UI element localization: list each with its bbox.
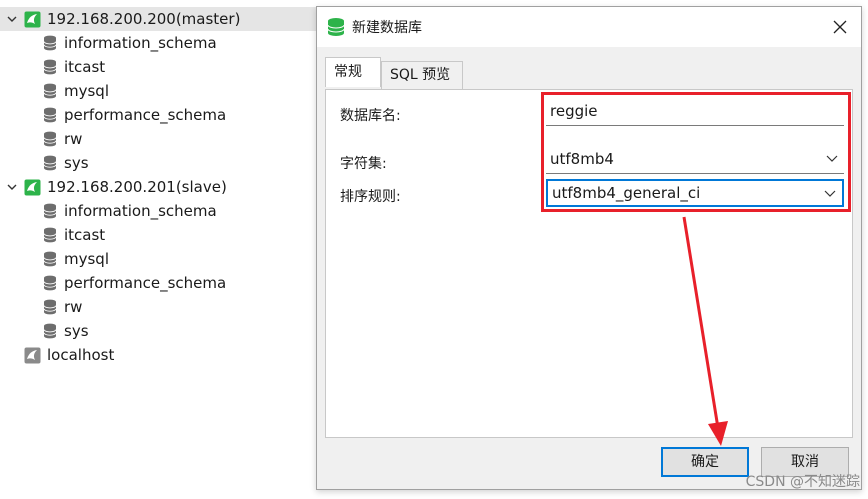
dialog-title: 新建数据库	[352, 20, 422, 36]
tab-sql-preview[interactable]: SQL 预览	[381, 61, 463, 89]
database-icon	[43, 107, 57, 123]
chevron-down-icon[interactable]	[6, 181, 18, 193]
close-icon[interactable]	[833, 20, 847, 34]
connection-label: 192.168.200.201(slave)	[47, 178, 227, 196]
tree-connection-master[interactable]: 192.168.200.200(master)	[0, 7, 318, 31]
db-label: information_schema	[64, 202, 217, 220]
watermark: CSDN @不知迷踪	[745, 474, 860, 490]
db-name-label: 数据库名:	[340, 108, 401, 124]
chevron-down-icon[interactable]	[6, 13, 18, 25]
db-label: mysql	[64, 82, 109, 100]
tree-db-item[interactable]: rw	[0, 295, 82, 319]
connection-label: 192.168.200.200(master)	[47, 10, 241, 28]
db-label: information_schema	[64, 34, 217, 52]
collation-label: 排序规则:	[340, 189, 401, 205]
db-label: itcast	[64, 226, 106, 244]
db-label: sys	[64, 322, 89, 340]
tab-general[interactable]: 常规	[325, 57, 381, 87]
new-database-dialog: 新建数据库 常规 SQL 预览 数据库名: reggie 字符集: utf8mb…	[316, 6, 862, 490]
tree-connection-slave[interactable]: 192.168.200.201(slave)	[0, 175, 227, 199]
database-icon	[327, 18, 345, 36]
database-icon	[43, 59, 57, 75]
tree-db-item[interactable]: information_schema	[0, 199, 217, 223]
connection-tree: 192.168.200.200(master) information_sche…	[0, 0, 318, 499]
mysql-connection-icon	[24, 11, 41, 27]
db-label: mysql	[64, 250, 109, 268]
database-icon	[43, 251, 57, 267]
tree-db-item[interactable]: itcast	[0, 223, 105, 247]
db-label: itcast	[64, 58, 106, 76]
db-label: performance_schema	[64, 106, 227, 124]
tree-db-item[interactable]: information_schema	[0, 31, 217, 55]
db-label: performance_schema	[64, 274, 227, 292]
ok-button[interactable]: 确定	[661, 447, 749, 477]
tree-db-item[interactable]: mysql	[0, 79, 109, 103]
mysql-connection-icon	[24, 179, 41, 195]
tree-db-item[interactable]: performance_schema	[0, 271, 226, 295]
database-icon	[43, 83, 57, 99]
database-icon	[43, 203, 57, 219]
tree-db-item[interactable]: rw	[0, 127, 82, 151]
db-label: rw	[64, 130, 83, 148]
tree-db-item[interactable]: sys	[0, 151, 89, 175]
close-button[interactable]	[825, 13, 855, 41]
tree-db-item[interactable]: performance_schema	[0, 103, 226, 127]
general-panel: 数据库名: reggie 字符集: utf8mb4 排序规则: utf8mb4_…	[325, 89, 853, 438]
database-icon	[43, 227, 57, 243]
tree-db-item[interactable]: sys	[0, 319, 89, 343]
database-icon	[43, 299, 57, 315]
database-icon	[43, 323, 57, 339]
mysql-connection-icon	[24, 347, 41, 363]
database-icon	[43, 155, 57, 171]
connection-label: localhost	[47, 346, 115, 364]
dialog-titlebar[interactable]: 新建数据库	[317, 7, 861, 47]
charset-label: 字符集:	[340, 156, 387, 172]
tree-db-item[interactable]: itcast	[0, 55, 105, 79]
db-label: sys	[64, 154, 89, 172]
annotation-highlight-box	[541, 92, 851, 212]
database-icon	[43, 131, 57, 147]
db-label: rw	[64, 298, 83, 316]
tree-db-item[interactable]: mysql	[0, 247, 109, 271]
database-icon	[43, 275, 57, 291]
database-icon	[43, 35, 57, 51]
tree-connection-localhost[interactable]: localhost	[0, 343, 114, 367]
